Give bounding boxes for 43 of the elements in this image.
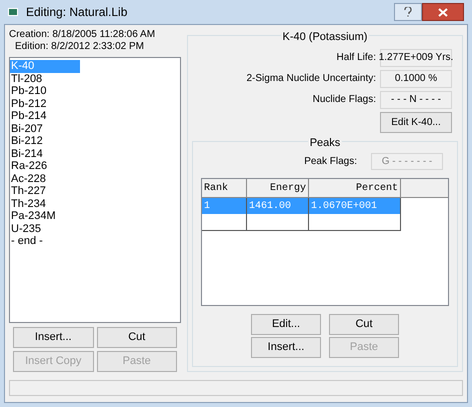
value-field: - - - N - - - - [380, 90, 452, 108]
list-item[interactable]: Th-227 [10, 185, 80, 198]
field-label: Peak Flags: [304, 155, 357, 169]
column-header[interactable]: Energy [247, 179, 309, 197]
field-label: Half Life: [336, 51, 376, 65]
action-button[interactable]: Edit... [251, 314, 321, 335]
action-button[interactable]: Cut [96, 327, 177, 348]
close-icon [438, 8, 448, 16]
table-cell: 1461.00 [247, 198, 309, 214]
list-item[interactable]: Pa-234M [10, 210, 80, 222]
group-title: K-40 (Potassium) [280, 29, 370, 46]
window-title: Editing: Natural.Lib [26, 4, 128, 21]
value-field: 1.277E+009 Yrs. [380, 48, 452, 66]
action-button[interactable]: Cut [329, 314, 399, 335]
list-item[interactable]: Pb-210 [10, 85, 80, 98]
list-item[interactable]: Bi-207 [10, 122, 80, 135]
action-button[interactable]: Insert... [251, 337, 321, 358]
table-cell: 1 [202, 198, 247, 214]
column-header[interactable]: Percent [309, 179, 401, 197]
list-item[interactable]: Bi-214 [10, 148, 80, 160]
field-label: Nuclide Flags: [312, 93, 376, 107]
close-button[interactable] [422, 3, 464, 21]
creation-date: Creation: 8/18/2005 11:28:06 AM [9, 29, 156, 41]
table-cell: 1.0670E+001 [309, 198, 401, 214]
list-item[interactable]: Pb-214 [10, 110, 80, 122]
list-item[interactable]: Th-234 [10, 198, 80, 210]
edit-nuclide-button[interactable]: Edit K-40... [380, 112, 452, 132]
help-icon [404, 7, 412, 17]
list-item[interactable]: - end - [10, 235, 80, 248]
column-header[interactable]: Rank [202, 179, 247, 197]
list-item[interactable]: Pb-212 [10, 98, 80, 110]
help-button[interactable] [394, 3, 422, 21]
action-button[interactable]: Insert... [13, 327, 94, 348]
list-item[interactable]: Ra-226 [10, 160, 80, 172]
list-item[interactable]: Ac-228 [10, 172, 80, 185]
list-item[interactable]: Tl-208 [10, 72, 80, 85]
edition-date: Edition: 8/2/2012 2:33:02 PM [14, 41, 145, 53]
value-field: 0.1000 % [380, 70, 452, 88]
value-field: G - - - - - - - [371, 153, 443, 170]
app-icon [8, 8, 18, 16]
list-item[interactable]: Bi-212 [10, 135, 80, 148]
list-item[interactable]: U-235 [10, 222, 80, 235]
field-label: 2-Sigma Nuclide Uncertainty: [246, 72, 376, 86]
